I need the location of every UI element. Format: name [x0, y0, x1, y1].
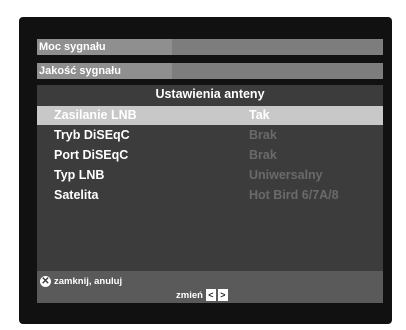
signal-quality-bar: Jakość sygnału — [37, 63, 383, 79]
menu-item-label: Satelita — [54, 188, 99, 202]
menu-item-value: Uniwersalny — [249, 168, 323, 182]
chevron-right-icon[interactable]: > — [217, 289, 228, 301]
panel-title: Ustawienia anteny — [155, 87, 265, 101]
menu-item-lnb-power[interactable]: Zasilanie LNB Tak — [37, 106, 383, 125]
signal-strength-label: Moc sygnału — [39, 41, 106, 53]
antenna-settings-panel: Ustawienia anteny Zasilanie LNB Tak Tryb… — [37, 85, 383, 295]
change-hint-text: zmień — [176, 289, 203, 301]
close-hint-text: zamknij, anuluj — [54, 276, 123, 287]
menu-item-value: Hot Bird 6/7A/8 — [249, 188, 339, 202]
menu-item-label: Tryb DiSEqC — [54, 128, 130, 142]
change-hint: zmień < > — [176, 289, 228, 301]
menu-item-value: Tak — [249, 108, 270, 122]
menu-item-label: Typ LNB — [54, 168, 105, 182]
menu-item-diseqc-mode[interactable]: Tryb DiSEqC Brak — [37, 126, 383, 145]
signal-quality-label: Jakość sygnału — [39, 65, 121, 77]
menu-item-lnb-type[interactable]: Typ LNB Uniwersalny — [37, 166, 383, 185]
menu-item-diseqc-port[interactable]: Port DiSEqC Brak — [37, 146, 383, 165]
close-hint[interactable]: ✕ zamknij, anuluj — [40, 276, 122, 287]
menu-item-label: Zasilanie LNB — [54, 108, 137, 122]
menu-item-satellite[interactable]: Satelita Hot Bird 6/7A/8 — [37, 186, 383, 205]
menu-item-label: Port DiSEqC — [54, 148, 129, 162]
chevron-left-icon[interactable]: < — [205, 289, 216, 301]
signal-strength-bar: Moc sygnału — [37, 39, 383, 55]
menu-item-value: Brak — [249, 148, 277, 162]
circle-x-icon: ✕ — [40, 276, 51, 287]
menu-item-value: Brak — [249, 128, 277, 142]
help-footer: ✕ zamknij, anuluj zmień < > — [37, 271, 383, 303]
